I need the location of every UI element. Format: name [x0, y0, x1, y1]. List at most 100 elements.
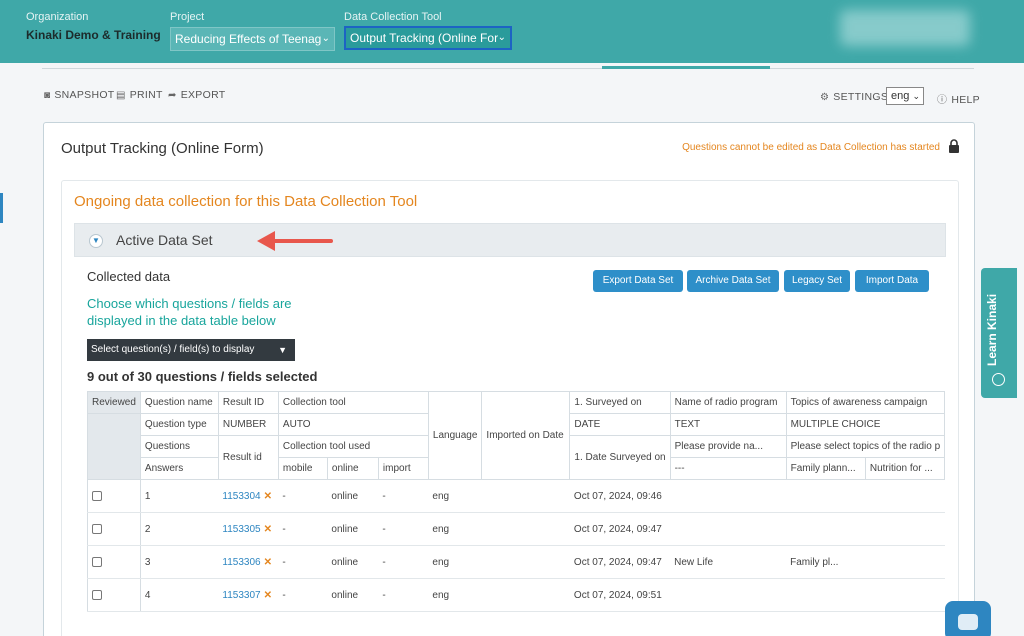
reviewed-checkbox[interactable]	[92, 556, 102, 567]
result-id-link[interactable]: 1153304	[222, 491, 260, 502]
archive-data-set-button[interactable]: Archive Data Set	[687, 270, 779, 292]
delete-x-icon[interactable]: ✕	[264, 590, 272, 601]
settings-label: SETTINGS	[833, 91, 889, 103]
imported-on-header[interactable]: Imported on Date	[481, 391, 571, 480]
cell-online: online	[327, 479, 379, 513]
cell-online: online	[327, 545, 379, 579]
reviewed-header-fill	[87, 413, 141, 480]
snapshot-button[interactable]: ◙ SNAPSHOT	[44, 89, 115, 101]
family-planning-answer: Family plann...	[785, 457, 866, 480]
choose-fields-text: Choose which questions / fields are disp…	[87, 296, 292, 328]
ongoing-heading: Ongoing data collection for this Data Co…	[74, 193, 418, 210]
reviewed-checkbox[interactable]	[92, 589, 102, 600]
reviewed-checkbox[interactable]	[92, 523, 102, 534]
legacy-set-button[interactable]: Legacy Set	[784, 270, 850, 292]
cell-imported	[481, 479, 570, 513]
cell-language: eng	[428, 545, 482, 579]
share-arrow-icon: ➦	[168, 90, 177, 101]
radio-type: TEXT	[669, 413, 787, 436]
delete-x-icon[interactable]: ✕	[264, 491, 272, 502]
camera-icon: ◙	[44, 90, 51, 101]
table-row: 1 1153304 ✕ - online - eng Oct 07, 2024, …	[87, 479, 945, 513]
delete-x-icon[interactable]: ✕	[264, 557, 272, 568]
subnav-active-tab[interactable]	[602, 66, 770, 69]
row-number: 3	[140, 545, 219, 579]
cell-family: Family pl...	[786, 545, 866, 579]
result-id-link[interactable]: 1153305	[222, 524, 260, 535]
cell-online: online	[327, 578, 379, 612]
gear-icon: ⚙	[820, 92, 830, 103]
cell-radio	[670, 512, 787, 546]
side-indicator	[0, 193, 3, 223]
topics-type: MULTIPLE CHOICE	[785, 413, 946, 436]
app-frame: Organization Kinaki Demo & Training Proj…	[0, 0, 1024, 636]
cell-radio	[670, 578, 787, 612]
collection-tool-header[interactable]: Collection tool	[277, 391, 429, 414]
lock-icon	[949, 139, 959, 153]
language-select[interactable]: eng ⌄	[886, 87, 924, 105]
export-data-set-button[interactable]: Export Data Set	[593, 270, 683, 292]
tool-label: Data Collection Tool	[344, 11, 442, 23]
org-name[interactable]: Kinaki Demo & Training	[26, 28, 161, 42]
cell-online: online	[327, 512, 379, 546]
tool-select[interactable]: Output Tracking (Online For ⌄	[344, 26, 512, 50]
import-header: import	[377, 457, 429, 480]
reviewed-header[interactable]: Reviewed	[87, 391, 141, 414]
printer-icon: ▤	[116, 90, 126, 101]
cell-language: eng	[428, 512, 482, 546]
import-data-button[interactable]: Import Data	[855, 270, 929, 292]
export-button[interactable]: ➦ EXPORT	[168, 89, 225, 101]
topics-header[interactable]: Topics of awareness campaign	[785, 391, 946, 414]
cell-imported	[481, 578, 570, 612]
cell-import: -	[378, 512, 429, 546]
cell-import: -	[378, 578, 429, 612]
radio-program-header[interactable]: Name of radio program	[669, 391, 787, 414]
result-id-link[interactable]: 1153306	[222, 557, 260, 568]
result-id-link[interactable]: 1153307	[222, 590, 260, 601]
project-select[interactable]: Reducing Effects of Teenag ⌄	[170, 27, 335, 51]
page-title: Output Tracking (Online Form)	[61, 140, 264, 157]
chevron-down-icon: ⌄	[321, 33, 330, 44]
table-row: 4 1153307 ✕ - online - eng Oct 07, 2024, …	[87, 578, 945, 612]
result-id-type: NUMBER	[217, 413, 279, 436]
radio-question: Please provide na...	[669, 435, 787, 458]
table-row: 3 1153306 ✕ - online - eng Oct 07, 2024, …	[87, 545, 945, 579]
project-label: Project	[170, 11, 205, 23]
tool-card: Output Tracking (Online Form) Questions …	[43, 122, 975, 636]
settings-button[interactable]: ⚙ SETTINGS	[820, 91, 888, 103]
header-row: Reviewed Question name Result ID Collect…	[87, 391, 946, 480]
reviewed-checkbox[interactable]	[92, 490, 102, 501]
language-value: eng	[891, 90, 910, 102]
help-label: HELP	[951, 94, 980, 106]
caret-down-icon: ▼	[278, 345, 287, 355]
cell-mobile: -	[278, 578, 328, 612]
surveyed-on-header[interactable]: 1. Surveyed on	[569, 391, 671, 414]
result-id-header[interactable]: Result ID	[217, 391, 279, 414]
cell-import: -	[378, 479, 429, 513]
cell-family	[786, 479, 866, 513]
language-header[interactable]: Language	[427, 391, 483, 480]
cell-nutrition	[865, 578, 945, 612]
field-select-dropdown[interactable]: Select question(s) / field(s) to display…	[87, 339, 295, 361]
cell-surveyed: Oct 07, 2024, 09:51	[569, 578, 671, 612]
chat-button[interactable]	[945, 601, 991, 636]
question-name-label: Question name	[139, 391, 219, 414]
cell-radio: New Life	[670, 545, 787, 579]
delete-x-icon[interactable]: ✕	[264, 524, 272, 535]
row-number: 4	[140, 578, 219, 612]
help-button[interactable]: ⓘ HELP	[937, 91, 980, 106]
surveyed-type: DATE	[569, 413, 671, 436]
selected-count: 9 out of 30 questions / fields selected	[87, 369, 318, 384]
tool-select-value: Output Tracking (Online For	[350, 31, 499, 45]
learn-kinaki-tab[interactable]: Learn Kinaki	[981, 268, 1017, 398]
dataset-title: Active Data Set	[116, 232, 213, 248]
topics-question: Please select topics of the radio p	[785, 435, 946, 458]
user-avatar[interactable]	[840, 10, 970, 46]
collapse-triangle-icon[interactable]: ▼	[89, 234, 103, 248]
chevron-down-icon: ⌄	[912, 91, 920, 101]
active-dataset-header[interactable]: ▼ Active Data Set	[74, 223, 946, 257]
print-button[interactable]: ▤ PRINT	[116, 89, 163, 101]
collection-tool-type: AUTO	[277, 413, 429, 436]
collection-tool-used: Collection tool used	[277, 435, 429, 458]
cell-surveyed: Oct 07, 2024, 09:47	[569, 512, 671, 546]
